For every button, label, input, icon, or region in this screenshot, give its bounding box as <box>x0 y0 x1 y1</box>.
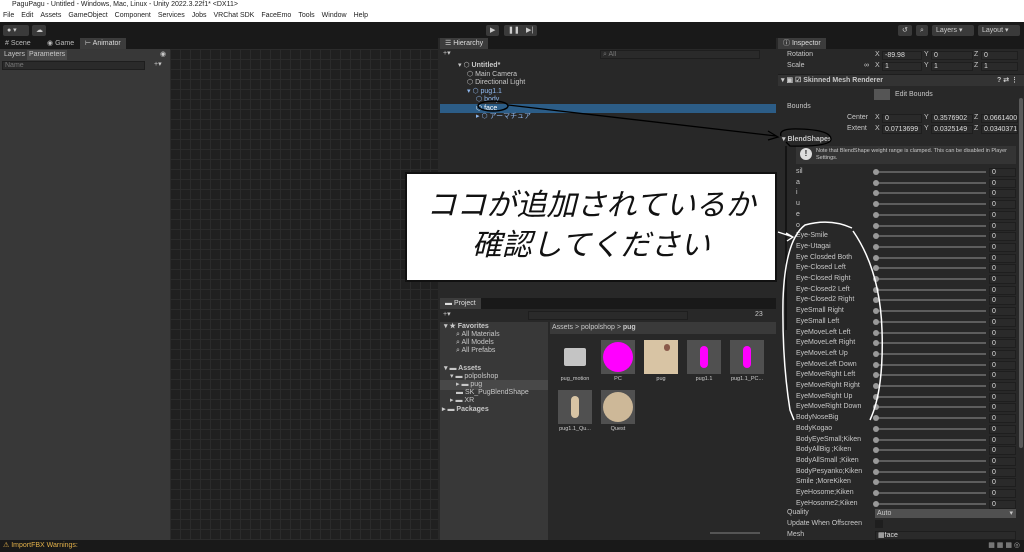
annotation-line-1: ココが追加されているか <box>426 188 756 223</box>
white-circle-left <box>782 221 853 421</box>
white-circle-right <box>852 230 883 421</box>
arrow-to-blendshapes <box>507 104 780 141</box>
annotation-box: ココが追加されているか 確認してください <box>405 172 777 282</box>
annotation-line-2: 確認してください <box>471 228 711 263</box>
face-circle <box>477 100 509 112</box>
blendshapes-circle <box>780 128 832 147</box>
